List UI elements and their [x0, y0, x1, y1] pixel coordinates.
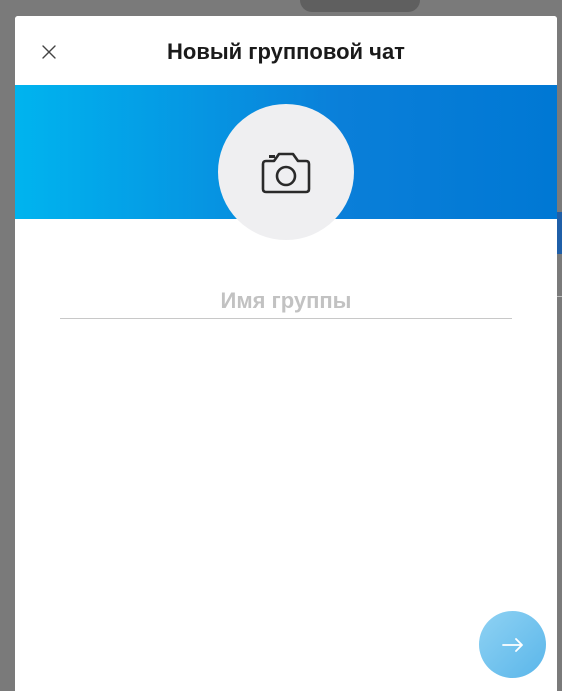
new-group-chat-dialog: Новый групповой чат	[15, 16, 557, 691]
dialog-title: Новый групповой чат	[167, 39, 405, 64]
camera-icon	[261, 152, 311, 194]
background-app-fragment	[300, 0, 420, 12]
group-photo-button[interactable]	[218, 104, 354, 240]
dialog-header: Новый групповой чат	[15, 16, 557, 85]
next-button[interactable]	[479, 611, 546, 678]
group-name-input[interactable]	[60, 286, 512, 316]
arrow-right-icon	[501, 637, 523, 652]
background-button-fragment	[557, 212, 562, 254]
background-divider	[557, 296, 562, 297]
group-name-field	[60, 286, 512, 319]
